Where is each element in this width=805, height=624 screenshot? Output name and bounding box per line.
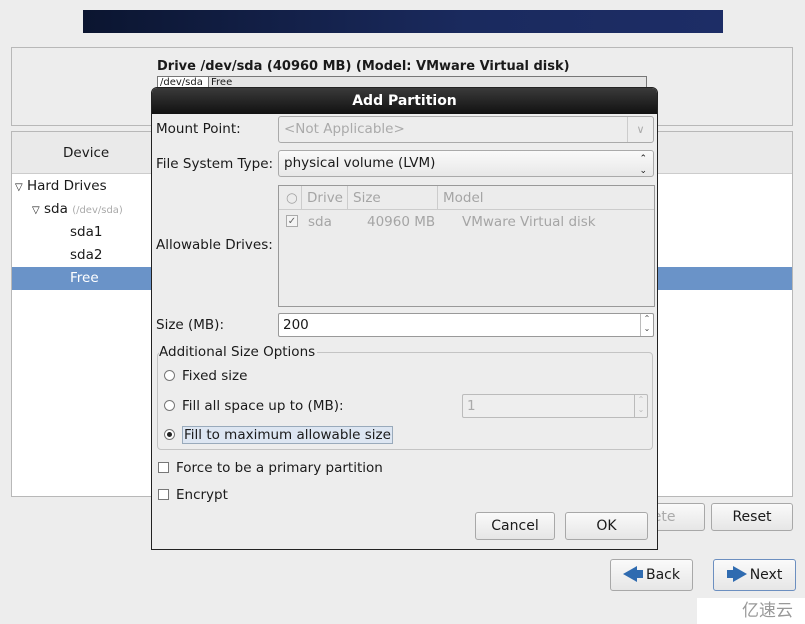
option-label: Fill all space up to (MB): — [182, 398, 344, 414]
ok-button[interactable]: OK — [565, 512, 648, 540]
back-arrow-icon — [623, 566, 637, 582]
updown-icon: ⌃ ⌄ — [639, 154, 647, 176]
tree-sublabel: (/dev/sda) — [72, 205, 123, 216]
column-drive[interactable]: Drive — [301, 186, 343, 210]
spin-buttons-icon[interactable]: ⌃ ⌄ — [640, 314, 653, 336]
spin-buttons-icon[interactable]: ⌃ ⌄ — [634, 395, 647, 417]
tree-label: sda2 — [70, 247, 103, 263]
fs-type-label: File System Type: — [156, 156, 274, 172]
tree-label: sda — [44, 201, 68, 217]
radio-fill-max[interactable]: Fill to maximum allowable size — [164, 426, 393, 444]
size-value: 200 — [283, 317, 309, 333]
next-button[interactable]: Next — [713, 559, 796, 591]
allowable-drives-list[interactable]: ○ Drive Size Model ✓ sda 40960 MB VMware… — [278, 185, 655, 307]
drive-model: VMware Virtual disk — [462, 214, 596, 230]
drive-title: Drive /dev/sda (40960 MB) (Model: VMware… — [157, 59, 570, 74]
list-header: ○ Drive Size Model — [279, 186, 654, 210]
option-label: Fill to maximum allowable size — [182, 426, 393, 444]
size-input[interactable]: 200 ⌃ ⌄ — [278, 313, 654, 337]
next-label: Next — [749, 567, 783, 583]
expander-icon[interactable]: ▽ — [32, 205, 40, 216]
checkbox-label: Force to be a primary partition — [176, 460, 383, 476]
size-options-title: Additional Size Options — [159, 344, 318, 360]
mount-point-label: Mount Point: — [156, 121, 241, 137]
expander-icon[interactable]: ▽ — [15, 182, 23, 193]
radio-fill-upto[interactable]: Fill all space up to (MB): — [164, 398, 344, 414]
column-device[interactable]: Device — [63, 145, 109, 161]
allowable-drives-label: Allowable Drives: — [156, 237, 273, 253]
option-label: Fixed size — [182, 368, 248, 384]
checkbox-icon — [158, 489, 169, 500]
drive-size: 40960 MB — [367, 214, 436, 230]
fs-type-combo[interactable]: physical volume (LVM) ⌃ ⌄ — [278, 150, 654, 177]
radio-selected-icon — [164, 429, 175, 440]
tree-label: sda1 — [70, 224, 103, 240]
radio-icon — [164, 400, 175, 411]
radio-fixed-size[interactable]: Fixed size — [164, 368, 247, 384]
drive-name: sda — [308, 214, 332, 230]
reset-button[interactable]: Reset — [711, 503, 793, 531]
watermark: 亿速云 — [697, 598, 805, 624]
cancel-button[interactable]: Cancel — [475, 512, 555, 540]
dialog-title: Add Partition — [152, 88, 657, 114]
column-size[interactable]: Size — [347, 186, 381, 210]
header-banner — [83, 10, 723, 33]
list-row[interactable]: ✓ sda 40960 MB VMware Virtual disk — [279, 210, 654, 234]
back-label: Back — [646, 567, 680, 583]
back-button[interactable]: Back — [610, 559, 693, 591]
tree-label: Free — [70, 270, 99, 286]
next-arrow-icon — [732, 566, 747, 582]
fill-upto-value: 1 — [467, 398, 476, 414]
fill-upto-input[interactable]: 1 ⌃ ⌄ — [462, 394, 648, 418]
encrypt-checkbox[interactable]: Encrypt — [158, 487, 228, 503]
column-model[interactable]: Model — [437, 186, 484, 210]
checkbox-checked-icon[interactable]: ✓ — [286, 215, 298, 227]
tree-label: Hard Drives — [27, 178, 107, 194]
add-partition-dialog: Add Partition Mount Point: <Not Applicab… — [151, 87, 658, 550]
mount-point-value: <Not Applicable> — [284, 121, 405, 137]
chevron-down-icon: ∨ — [627, 117, 653, 142]
size-label: Size (MB): — [156, 317, 224, 333]
mount-point-combo[interactable]: <Not Applicable> ∨ — [278, 116, 654, 143]
radio-column-icon: ○ — [286, 190, 298, 206]
checkbox-label: Encrypt — [176, 487, 228, 503]
fs-type-value: physical volume (LVM) — [284, 155, 436, 171]
checkbox-icon — [158, 462, 169, 473]
force-primary-checkbox[interactable]: Force to be a primary partition — [158, 460, 383, 476]
radio-icon — [164, 370, 175, 381]
